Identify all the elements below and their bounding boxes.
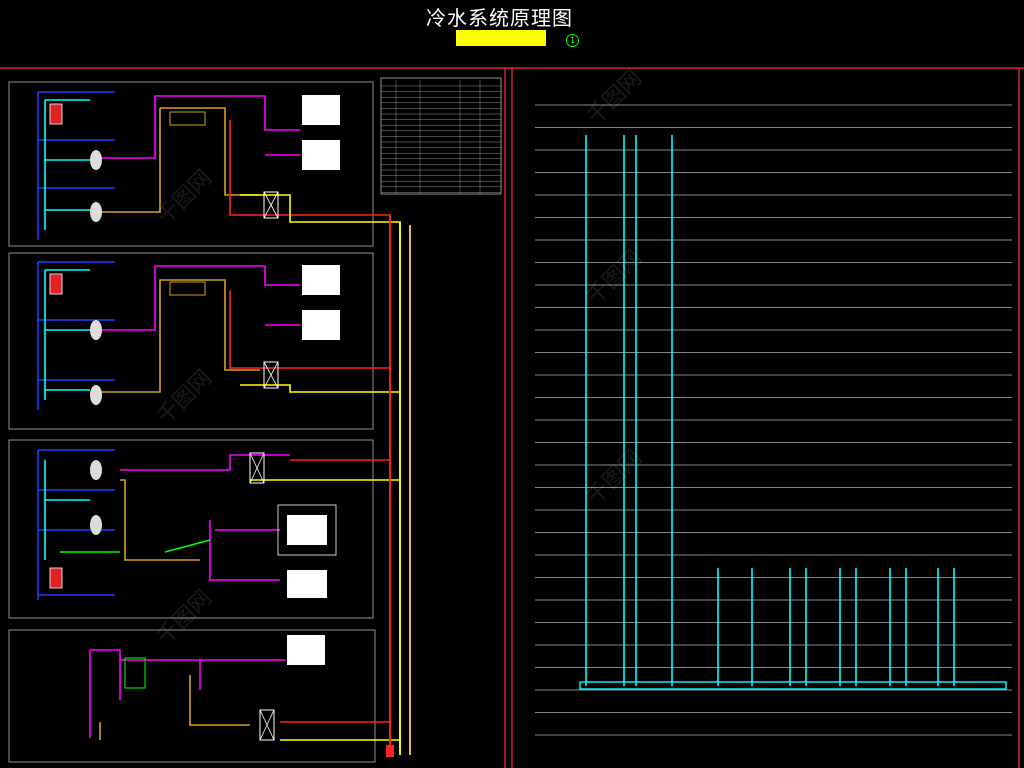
subdiagram-1-pipes [37,91,401,755]
tank-3a [90,460,102,480]
schematic-canvas [0,67,1024,768]
boiler-2 [49,273,63,295]
cooling-tower-4 [287,635,325,665]
cooling-tower-1a [302,95,340,125]
tank-1a [90,150,102,170]
tank-1b [90,202,102,222]
pump-group-4 [124,657,146,689]
boiler-3 [49,567,63,589]
tank-3b [90,515,102,535]
subdiagram-4-pipes [89,649,400,741]
cooling-tower-3b [287,570,327,598]
floor-lines [535,104,1012,736]
equipment-table [380,77,502,195]
header-pipe [579,681,1007,690]
cooling-tower-1b [302,140,340,170]
tank-2a [90,320,102,340]
cooling-tower-2b [302,310,340,340]
cooling-tower-2a [302,265,340,295]
cooling-tower-3a [287,515,327,545]
tank-2b [90,385,102,405]
main-risers [389,215,411,755]
riser-end-red [386,745,394,757]
boiler-1 [49,103,63,125]
